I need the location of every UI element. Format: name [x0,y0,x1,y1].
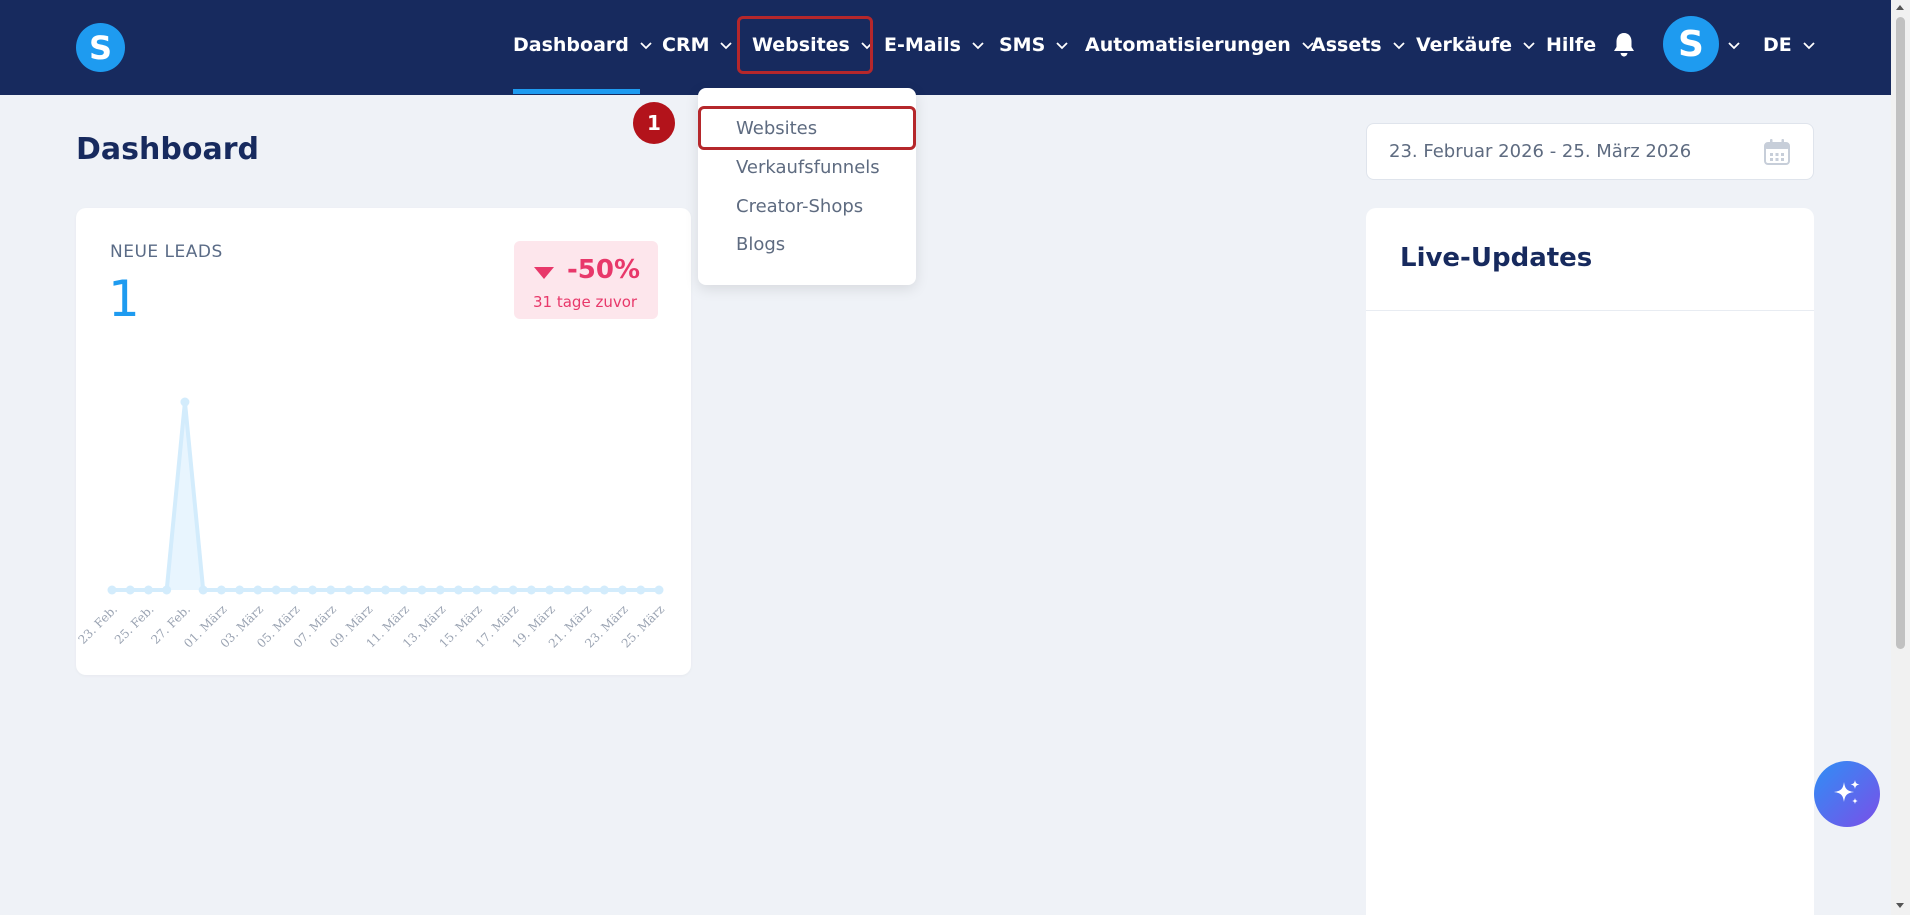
nav-verkaeufe-label: Verkäufe [1416,34,1513,56]
chart-point [599,585,609,595]
dropdown-item-creator-shops[interactable]: Creator-Shops [736,196,863,217]
scrollbar-thumb[interactable] [1896,17,1905,649]
nav-assets[interactable]: Assets [1311,30,1406,60]
chart-point [453,585,463,595]
dropdown-item-blogs[interactable]: Blogs [736,234,785,255]
page-title: Dashboard [76,132,259,167]
nav-hilfe-label: Hilfe [1546,34,1597,56]
nav-hilfe[interactable]: Hilfe [1546,30,1596,60]
chart-point [216,585,226,595]
x-tick-label: 25. Feb. [112,602,157,647]
chart-point [344,585,354,595]
nav-dashboard[interactable]: Dashboard [513,30,653,60]
dropdown-item-websites[interactable]: Websites [736,118,817,139]
scroll-down-arrow-icon[interactable] [1896,903,1904,908]
chart-point [107,585,117,595]
chart-point [654,585,664,595]
user-avatar[interactable]: S [1663,16,1719,72]
chevron-down-icon [1392,42,1405,50]
chart-point [362,585,372,595]
chart-point [581,585,591,595]
brand-logo[interactable]: S [76,23,125,72]
chevron-down-icon [1056,42,1068,50]
chevron-down-icon [1523,42,1535,50]
chevron-down-icon [640,42,652,50]
chart-point [198,585,208,595]
chevron-down-icon[interactable] [1727,38,1741,52]
date-range-picker[interactable]: 23. Februar 2026 - 25. März 2026 [1366,123,1814,180]
chart-point [563,585,573,595]
chart-point [618,585,628,595]
chevron-down-icon [1803,42,1815,50]
chart-point [143,585,153,595]
nav-crm-label: CRM [662,34,710,56]
leads-chart: 23. Feb.25. Feb.27. Feb.01. März03. März… [76,397,667,651]
chart-point [180,397,190,407]
nav-assets-label: Assets [1311,34,1382,56]
divider [1366,310,1814,311]
nav-sms[interactable]: SMS [999,30,1069,60]
nav-dashboard-label: Dashboard [513,34,629,56]
page-scrollbar[interactable] [1891,0,1910,915]
chevron-down-icon [720,42,733,50]
scroll-up-arrow-icon[interactable] [1896,5,1904,10]
nav-crm[interactable]: CRM [662,30,733,60]
chart-point [526,585,536,595]
websites-dropdown-menu: Websites Verkaufsfunnels Creator-Shops B… [698,88,916,285]
step-number-badge: 1 [633,102,675,144]
chart-point [508,585,518,595]
new-leads-card: NEUE LEADS 1 -50% 31 tage zuvor 23. Feb.… [76,208,691,675]
chart-point [162,585,172,595]
chart-point [235,585,245,595]
chevron-down-icon [972,42,984,50]
sparkle-icon [1834,780,1860,804]
chart-point [636,585,646,595]
ai-assistant-button[interactable] [1814,761,1880,827]
language-label: DE [1763,34,1792,56]
chart-point [125,585,135,595]
live-updates-panel: Live-Updates [1366,208,1814,915]
chart-point [271,585,281,595]
nav-emails-label: E-Mails [884,34,961,56]
chart-point [289,585,299,595]
chart-point [472,585,482,595]
chart-point [435,585,445,595]
chart-point [417,585,427,595]
nav-automatisierungen[interactable]: Automatisierungen [1085,30,1315,60]
dropdown-item-verkaufsfunnels[interactable]: Verkaufsfunnels [736,157,880,178]
x-tick-label: 23. Feb. [76,602,120,647]
chart-point [253,585,263,595]
active-nav-indicator [513,89,640,94]
bell-icon[interactable] [1611,31,1637,59]
nav-sms-label: SMS [999,34,1046,56]
chart-point [381,585,390,595]
nav-emails[interactable]: E-Mails [884,30,985,60]
nav-verkaeufe[interactable]: Verkäufe [1416,30,1536,60]
calendar-icon [1764,139,1790,165]
nav-automatisierungen-label: Automatisierungen [1085,34,1291,56]
chart-point [490,585,500,595]
chart-point [399,585,409,595]
live-updates-title: Live-Updates [1400,243,1593,273]
date-range-text: 23. Februar 2026 - 25. März 2026 [1389,141,1692,162]
top-navigation-bar: S Dashboard CRM Websites E-Mails SMS Aut… [0,0,1891,95]
chart-point [326,585,336,595]
nav-websites-highlight-box [737,16,873,74]
chart-point [545,585,555,595]
chart-point [308,585,318,595]
language-selector[interactable]: DE [1763,30,1816,60]
